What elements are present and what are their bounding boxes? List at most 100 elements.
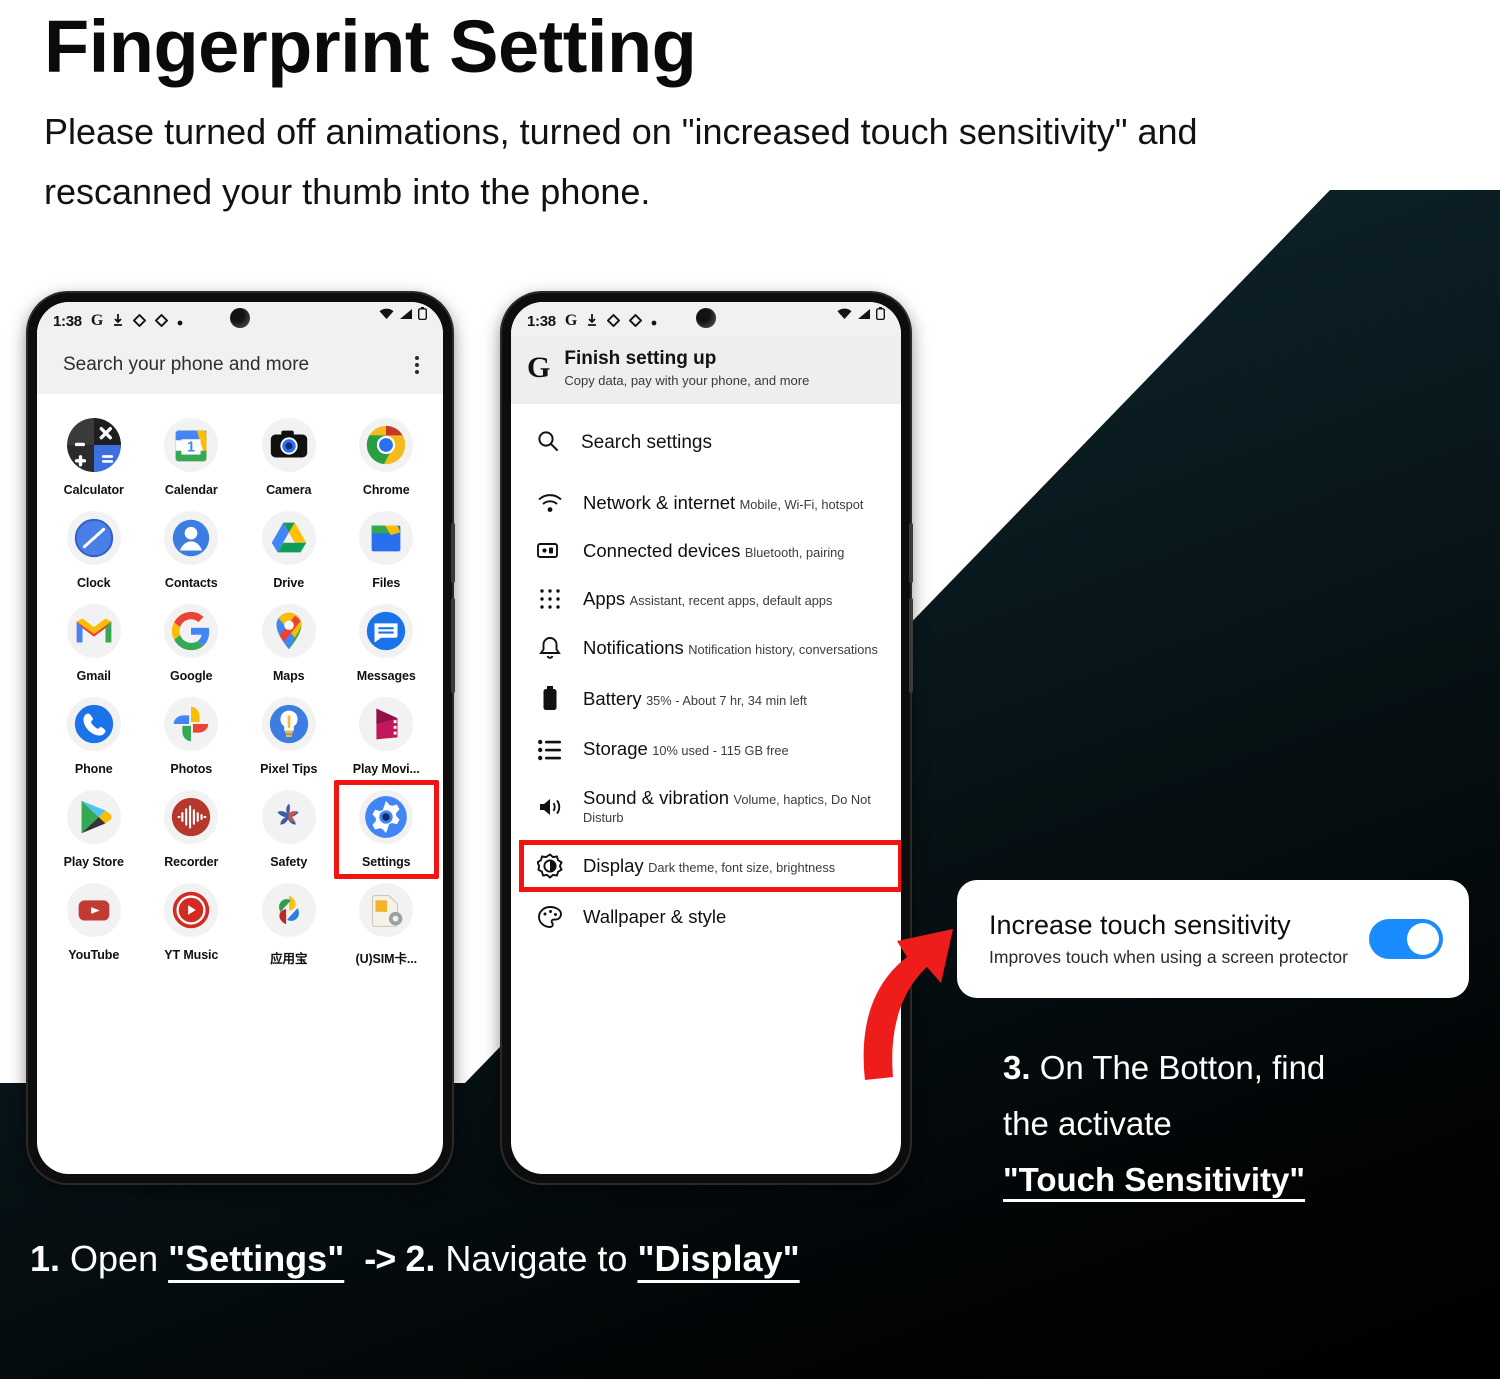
settings-row-subtitle: 10% used - 115 GB free: [652, 743, 789, 759]
app-icon-play-store[interactable]: Play Store: [45, 782, 143, 873]
app-icon-drive[interactable]: Drive: [240, 503, 338, 594]
app-icon-safety[interactable]: Safety: [240, 782, 338, 873]
settings-row-title: Storage: [583, 738, 648, 760]
apps-grid-icon: [537, 588, 563, 610]
calculator-icon: [66, 418, 121, 472]
power-button[interactable]: [909, 523, 913, 583]
touch-card-subtitle: Improves touch when using a screen prote…: [989, 947, 1348, 968]
more-options-icon[interactable]: [409, 352, 425, 378]
pixel-tips-icon: [261, 697, 316, 751]
settings-row-title: Notifications: [583, 637, 684, 659]
play-store-icon: [66, 790, 121, 844]
svg-text:1: 1: [187, 440, 195, 456]
touch-sensitivity-toggle[interactable]: [1369, 919, 1443, 959]
signal-icon: [857, 307, 871, 323]
app-label: YT Music: [164, 948, 219, 962]
power-button[interactable]: [451, 523, 455, 583]
app-icon-[interactable]: 应用宝: [240, 875, 338, 971]
safety-icon: [261, 790, 316, 844]
finish-setup-title: Finish setting up: [564, 348, 717, 369]
wifi-icon: [837, 307, 852, 323]
app-icon-u-sim[interactable]: (U)SIM卡...: [338, 875, 436, 971]
app-label: Files: [372, 576, 401, 590]
app-icon-files[interactable]: Files: [338, 503, 436, 594]
settings-row-title: Wallpaper & style: [583, 905, 727, 927]
search-settings-row[interactable]: Search settings: [511, 403, 901, 479]
app-icon-phone[interactable]: Phone: [45, 689, 143, 780]
google-icon: [164, 604, 219, 658]
phone2-screen: 1:38 G G Finish setting up Copy data, pa…: [511, 302, 901, 1174]
diamond-icon: [606, 313, 621, 329]
status-time: 1:38: [53, 312, 82, 330]
phone2-status-bar: 1:38 G: [511, 302, 901, 336]
settings-row-wallpaper-style[interactable]: Wallpaper & style: [511, 892, 901, 942]
settings-row-text: Storage 10% used - 115 GB free: [583, 738, 789, 760]
settings-row-text: Sound & vibration Volume, haptics, Do No…: [583, 787, 887, 827]
app-label: Play Store: [63, 855, 124, 869]
search-input[interactable]: Search your phone and more: [63, 354, 309, 376]
settings-row-battery[interactable]: Battery 35% - About 7 hr, 34 min left: [511, 673, 901, 725]
settings-row-subtitle: Bluetooth, pairing: [744, 545, 845, 561]
app-label: YouTube: [68, 948, 120, 962]
diamond-icon: [154, 313, 169, 329]
step2-text: Navigate to: [435, 1238, 638, 1279]
google-g-icon: G: [564, 312, 578, 329]
app-label: Safety: [270, 855, 308, 869]
app-label: (U)SIM卡...: [355, 952, 418, 966]
step3-emphasis: "Touch Sensitivity": [1003, 1161, 1306, 1198]
app-icon-pixel-tips[interactable]: Pixel Tips: [240, 689, 338, 780]
wifi-icon: [379, 307, 394, 323]
app-icon-gmail[interactable]: Gmail: [45, 596, 143, 687]
app-label: Play Movi...: [352, 762, 420, 776]
status-left-group: 1:38 G: [527, 313, 657, 330]
app-icon-messages[interactable]: Messages: [338, 596, 436, 687]
volume-button[interactable]: [909, 598, 913, 693]
chrome-icon: [359, 418, 414, 472]
settings-row-apps[interactable]: Apps Assistant, recent apps, default app…: [511, 575, 901, 623]
settings-row-text: Wallpaper & style: [583, 906, 726, 928]
app-icon-calculator[interactable]: Calculator: [45, 410, 143, 501]
phone-search-bar[interactable]: Search your phone and more: [37, 336, 443, 394]
settings-row-connected-devices[interactable]: Connected devices Bluetooth, pairing: [511, 527, 901, 575]
settings-row-subtitle: Dark theme, font size, brightness: [648, 859, 836, 875]
battery-icon: [875, 307, 885, 323]
signal-icon: [399, 307, 413, 323]
app-icon-maps[interactable]: Maps: [240, 596, 338, 687]
storage-icon: [537, 739, 563, 761]
app-icon-calendar[interactable]: 1 Calendar: [143, 410, 241, 501]
settings-row-sound-vibration[interactable]: Sound & vibration Volume, haptics, Do No…: [511, 774, 901, 840]
status-time: 1:38: [527, 312, 556, 330]
settings-row-subtitle: Mobile, Wi-Fi, hotspot: [739, 496, 864, 512]
app-label: Clock: [76, 576, 111, 590]
red-arrow-icon: [863, 929, 953, 1080]
connected-devices-icon: [537, 540, 563, 562]
settings-gear-icon: [359, 790, 414, 844]
app-label: Photos: [170, 762, 213, 776]
app-icon-youtube[interactable]: YouTube: [45, 875, 143, 971]
app-icon-camera[interactable]: Camera: [240, 410, 338, 501]
step1-number: 1.: [30, 1238, 61, 1279]
app-icon-chrome[interactable]: Chrome: [338, 410, 436, 501]
google-g-icon: G: [90, 312, 104, 329]
finish-setting-up-card[interactable]: G Finish setting up Copy data, pay with …: [511, 336, 901, 404]
search-settings-label[interactable]: Search settings: [581, 432, 712, 454]
app-icon-google[interactable]: Google: [143, 596, 241, 687]
app-icon-contacts[interactable]: Contacts: [143, 503, 241, 594]
settings-row-display[interactable]: Display Dark theme, font size, brightnes…: [511, 839, 901, 892]
settings-row-network-internet[interactable]: Network & internet Mobile, Wi-Fi, hotspo…: [511, 479, 901, 527]
app-icon-settings[interactable]: Settings: [333, 780, 439, 879]
settings-row-storage[interactable]: Storage 10% used - 115 GB free: [511, 725, 901, 773]
step1-emphasis: "Settings": [168, 1238, 345, 1279]
app-icon-play-movi[interactable]: Play Movi...: [338, 689, 436, 780]
app-label: Maps: [272, 669, 305, 683]
gmail-icon: [66, 604, 121, 658]
bottom-caption: 1. Open "Settings" -> 2. Navigate to "Di…: [30, 1232, 1030, 1286]
app-icon-recorder[interactable]: Recorder: [143, 782, 241, 873]
app-icon-yt-music[interactable]: YT Music: [143, 875, 241, 971]
app-label: Phone: [74, 762, 113, 776]
app-icon-photos[interactable]: Photos: [143, 689, 241, 780]
caption-arrow: ->: [364, 1238, 396, 1279]
settings-row-notifications[interactable]: Notifications Notification history, conv…: [511, 623, 901, 673]
app-icon-clock[interactable]: Clock: [45, 503, 143, 594]
volume-button[interactable]: [451, 598, 455, 693]
